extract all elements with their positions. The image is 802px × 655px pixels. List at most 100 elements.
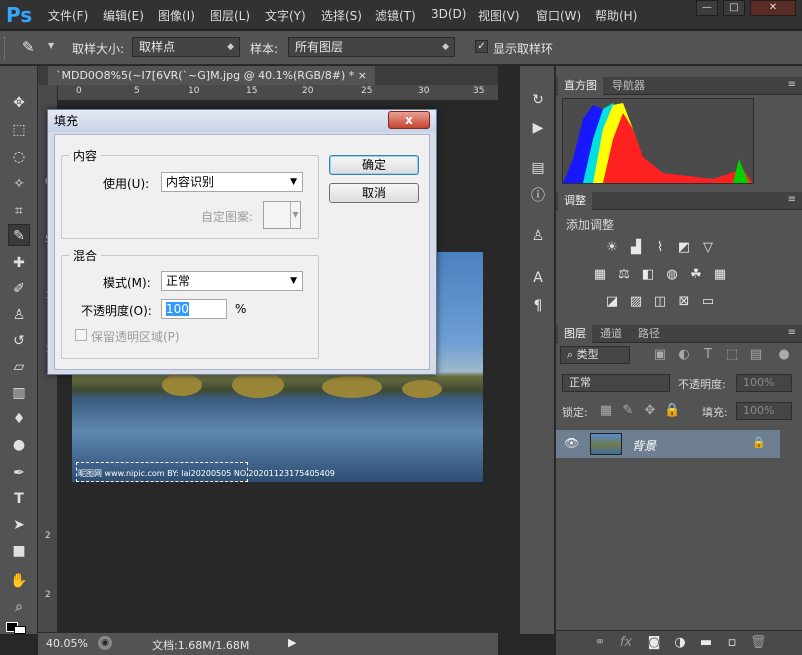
tab-paths[interactable]: 路径: [632, 325, 666, 343]
move-tool-icon[interactable]: ✥: [8, 92, 30, 114]
menu-layer[interactable]: 图层(L): [210, 7, 250, 24]
shape-tool-icon[interactable]: ■: [8, 540, 30, 562]
menu-file[interactable]: 文件(F): [48, 7, 88, 24]
lock-transparent-icon[interactable]: ▦: [598, 403, 614, 419]
filter-type-icon[interactable]: T: [700, 347, 716, 363]
posterize-icon[interactable]: ▨: [628, 294, 644, 310]
layer-row-background[interactable]: 👁 背景 🔒: [556, 430, 780, 458]
vibrance-icon[interactable]: ▽: [700, 240, 716, 256]
gradient-map-icon[interactable]: ▭: [700, 294, 716, 310]
filter-adjustment-icon[interactable]: ◐: [676, 347, 692, 363]
threshold-icon[interactable]: ◫: [652, 294, 668, 310]
actions-play-icon[interactable]: ▶: [528, 118, 548, 138]
dialog-title[interactable]: 填充: [48, 110, 436, 132]
eyedropper-tool-preset-icon[interactable]: ✎: [22, 37, 42, 57]
marquee-tool-icon[interactable]: ⬚: [8, 119, 30, 141]
hue-saturation-icon[interactable]: ▦: [592, 267, 608, 283]
menu-window[interactable]: 窗口(W): [536, 7, 581, 24]
play-arrow-icon[interactable]: ▶: [288, 636, 296, 649]
ok-button[interactable]: 确定: [329, 155, 419, 175]
selective-color-icon[interactable]: ⊠: [676, 294, 692, 310]
eraser-tool-icon[interactable]: ▱: [8, 356, 30, 378]
close-icon[interactable]: ×: [358, 69, 367, 82]
paragraph-icon[interactable]: ¶: [528, 296, 548, 316]
menu-help[interactable]: 帮助(H): [595, 7, 637, 24]
link-layers-icon[interactable]: ⚭: [592, 635, 608, 651]
panel-menu-icon[interactable]: ≡: [788, 194, 796, 205]
layer-style-fx-icon[interactable]: fx: [618, 635, 634, 651]
blur-tool-icon[interactable]: ♦: [8, 408, 30, 430]
dodge-tool-icon[interactable]: ●: [8, 434, 30, 456]
lock-position-icon[interactable]: ✥: [642, 403, 658, 419]
use-select[interactable]: 内容识别 ▼: [161, 172, 303, 192]
photo-filter-icon[interactable]: ◍: [664, 267, 680, 283]
zoom-level[interactable]: 40.05%: [46, 637, 88, 650]
gradient-tool-icon[interactable]: ▥: [8, 382, 30, 404]
menu-filter[interactable]: 滤镜(T): [375, 7, 416, 24]
blend-mode-select[interactable]: 正常: [562, 374, 670, 392]
lasso-tool-icon[interactable]: ◌: [8, 146, 30, 168]
filter-smart-object-icon[interactable]: ▤: [748, 347, 764, 363]
clone-stamp-tool-icon[interactable]: ♙: [8, 304, 30, 326]
color-lookup-icon[interactable]: ▦: [712, 267, 728, 283]
panel-menu-icon[interactable]: ≡: [788, 327, 796, 338]
tab-navigator[interactable]: 导航器: [606, 77, 651, 95]
quick-selection-tool-icon[interactable]: ✧: [8, 173, 30, 195]
menu-edit[interactable]: 编辑(E): [103, 7, 144, 24]
channel-mixer-icon[interactable]: ☘: [688, 267, 704, 283]
pen-tool-icon[interactable]: ✒: [8, 462, 30, 484]
document-tab[interactable]: `MDD0O8%5(~I7[6VR(`~G]M.jpg @ 40.1%(RGB/…: [48, 66, 375, 85]
filter-toggle-icon[interactable]: ●: [776, 347, 792, 363]
dialog-close-button[interactable]: x: [388, 111, 430, 129]
curves-icon[interactable]: ⌇: [652, 240, 668, 256]
mode-select[interactable]: 正常 ▼: [161, 271, 303, 291]
new-layer-icon[interactable]: ▫: [724, 635, 740, 651]
brightness-contrast-icon[interactable]: ☀: [604, 240, 620, 256]
sample-size-select[interactable]: 取样点 ◆: [132, 37, 240, 57]
clone-source-icon[interactable]: ♙: [528, 226, 548, 246]
filter-shape-icon[interactable]: ⬚: [724, 347, 740, 363]
lock-image-icon[interactable]: ✎: [620, 403, 636, 419]
share-icon[interactable]: ◉: [98, 636, 112, 650]
preserve-transparency-checkbox[interactable]: [75, 329, 87, 341]
background-color-swatch[interactable]: [14, 626, 26, 634]
character-icon[interactable]: A: [528, 268, 548, 288]
crop-tool-icon[interactable]: ⌗: [8, 200, 30, 222]
custom-pattern-picker[interactable]: ▼: [263, 201, 301, 229]
zoom-tool-icon[interactable]: ⌕: [8, 596, 30, 618]
delete-layer-icon[interactable]: 🗑: [750, 635, 767, 651]
tab-channels[interactable]: 通道: [594, 325, 628, 343]
tab-histogram[interactable]: 直方图: [558, 77, 603, 95]
eye-visibility-icon[interactable]: 👁: [564, 436, 579, 450]
path-selection-tool-icon[interactable]: ➤: [8, 514, 30, 536]
new-adjustment-layer-icon[interactable]: ◑: [672, 635, 688, 651]
opacity-input[interactable]: 100: [161, 299, 227, 319]
layer-comps-icon[interactable]: ▤: [528, 158, 548, 178]
menu-type[interactable]: 文字(Y): [265, 7, 306, 24]
new-group-icon[interactable]: ▬: [698, 635, 714, 651]
layer-kind-filter[interactable]: ⌕ 类型: [560, 346, 630, 364]
lock-all-icon[interactable]: 🔒: [664, 403, 680, 419]
minimize-button[interactable]: —: [696, 0, 718, 16]
menu-view[interactable]: 视图(V): [478, 7, 520, 24]
healing-brush-tool-icon[interactable]: ✚: [8, 252, 30, 274]
menu-3d[interactable]: 3D(D): [431, 7, 466, 21]
brush-tool-icon[interactable]: ✐: [8, 278, 30, 300]
opacity-input[interactable]: 100%: [736, 374, 792, 392]
maximize-button[interactable]: □: [723, 0, 745, 16]
fill-input[interactable]: 100%: [736, 402, 792, 420]
menu-select[interactable]: 选择(S): [321, 7, 362, 24]
menu-image[interactable]: 图像(I): [158, 7, 195, 24]
history-brush-tool-icon[interactable]: ↺: [8, 330, 30, 352]
invert-icon[interactable]: ◪: [604, 294, 620, 310]
exposure-icon[interactable]: ◩: [676, 240, 692, 256]
chevron-down-icon[interactable]: ▼: [48, 41, 54, 50]
black-white-icon[interactable]: ◧: [640, 267, 656, 283]
levels-icon[interactable]: ▟: [628, 240, 644, 256]
close-button[interactable]: ✕: [750, 0, 796, 16]
tab-layers[interactable]: 图层: [558, 325, 592, 343]
eyedropper-tool-icon[interactable]: ✎: [8, 224, 30, 246]
add-mask-icon[interactable]: ◙: [646, 635, 662, 651]
history-icon[interactable]: ↻: [528, 90, 548, 110]
type-tool-icon[interactable]: T: [8, 488, 30, 510]
